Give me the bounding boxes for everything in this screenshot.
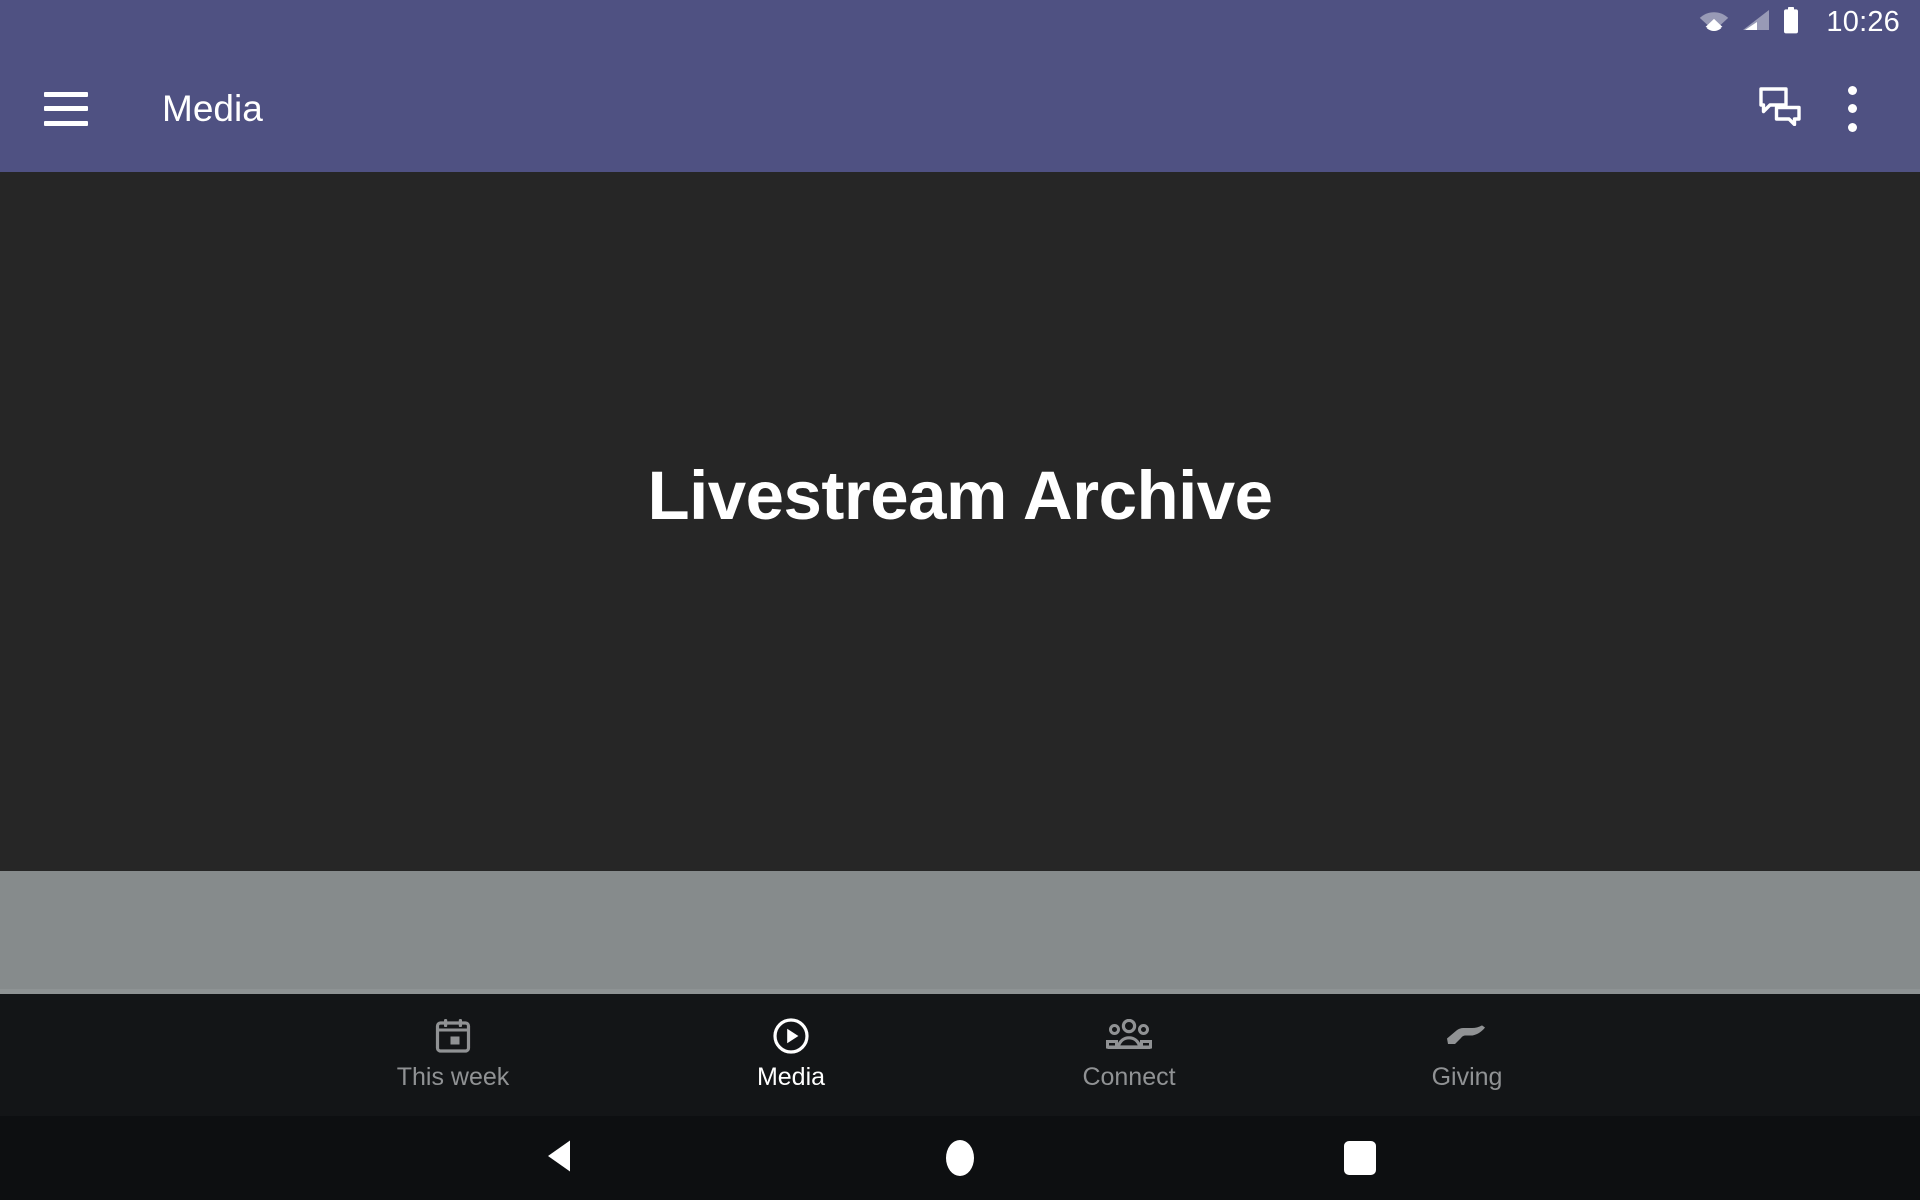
status-bar-clock: 10:26 xyxy=(1826,6,1900,38)
recents-square-icon xyxy=(1344,1141,1376,1175)
system-home-button[interactable] xyxy=(920,1128,1000,1188)
nav-tab-giving[interactable]: Giving xyxy=(1298,1016,1636,1090)
overflow-menu-icon xyxy=(1847,85,1857,132)
content-gray-band xyxy=(0,871,1920,994)
battery-icon xyxy=(1783,6,1799,39)
messages-button[interactable] xyxy=(1744,73,1816,145)
app-bar: Media xyxy=(0,45,1920,172)
cellular-signal-icon xyxy=(1742,9,1770,36)
chat-bubbles-icon xyxy=(1758,86,1802,131)
bottom-navigation-bar: This week Media Connect Giving xyxy=(0,994,1920,1116)
giving-hand-icon xyxy=(1445,1016,1489,1056)
nav-tab-media[interactable]: Media xyxy=(622,1016,960,1090)
hamburger-line xyxy=(44,106,88,111)
nav-tab-label: Giving xyxy=(1431,1063,1503,1091)
media-content-area: Livestream Archive xyxy=(0,172,1920,994)
home-circle-icon xyxy=(946,1140,974,1176)
hamburger-line xyxy=(44,91,88,97)
livestream-archive-title: Livestream Archive xyxy=(647,456,1273,534)
android-app-screen: 10:26 Media Livestream Archive This week… xyxy=(0,0,1920,1200)
calendar-icon xyxy=(434,1016,472,1056)
nav-tab-this-week[interactable]: This week xyxy=(284,1016,622,1090)
nav-tab-connect[interactable]: Connect xyxy=(960,1016,1298,1090)
play-circle-icon xyxy=(772,1016,810,1056)
back-triangle-icon xyxy=(544,1139,576,1178)
status-bar: 10:26 xyxy=(0,0,1920,45)
nav-tab-label: This week xyxy=(396,1063,510,1091)
status-bar-icons: 10:26 xyxy=(1699,6,1900,39)
nav-tab-label: Connect xyxy=(1082,1063,1176,1091)
hamburger-menu-icon[interactable] xyxy=(44,91,88,126)
android-system-navigation xyxy=(0,1116,1920,1200)
system-back-button[interactable] xyxy=(520,1128,600,1188)
page-title: Media xyxy=(162,88,263,129)
system-recents-button[interactable] xyxy=(1320,1128,1400,1188)
wifi-icon xyxy=(1699,9,1729,36)
people-group-icon xyxy=(1106,1016,1152,1056)
nav-tab-label: Media xyxy=(756,1063,826,1091)
more-options-button[interactable] xyxy=(1816,73,1888,145)
hamburger-line xyxy=(44,120,88,126)
